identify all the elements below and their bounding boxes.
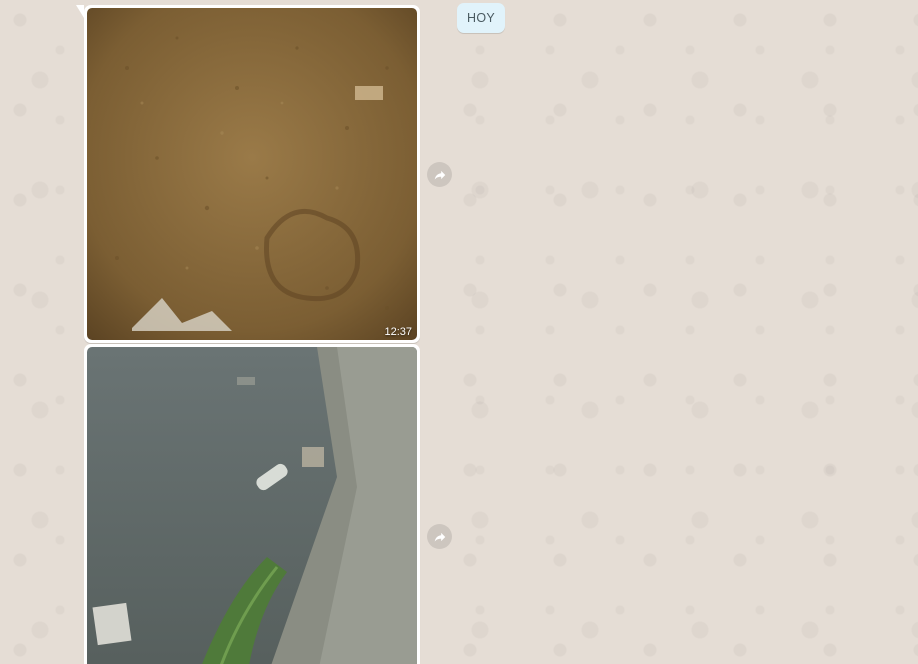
forward-arrow-icon xyxy=(434,532,445,542)
message-time: 12:37 xyxy=(384,326,412,338)
image-message[interactable]: 12:37 xyxy=(76,5,420,343)
photo-sandy-ground-icon xyxy=(87,8,417,340)
date-divider: HOY xyxy=(457,3,505,33)
date-divider-label: HOY xyxy=(467,11,495,25)
photo-river-with-litter-icon xyxy=(87,347,417,664)
image-message[interactable] xyxy=(84,344,420,664)
chat-panel: HOY 12:37 xyxy=(0,0,918,664)
message-photo[interactable] xyxy=(87,347,417,664)
forward-button[interactable] xyxy=(427,524,452,549)
forward-button[interactable] xyxy=(427,162,452,187)
forward-arrow-icon xyxy=(434,170,445,180)
message-photo[interactable] xyxy=(87,8,417,340)
